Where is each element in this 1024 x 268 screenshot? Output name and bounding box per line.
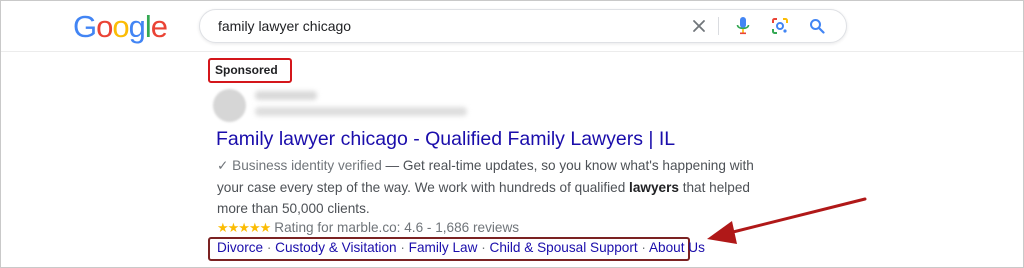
screenshot-frame: Google family lawyer chicago Sponsored F… [0, 0, 1024, 268]
annotation-arrow-icon [707, 197, 867, 244]
